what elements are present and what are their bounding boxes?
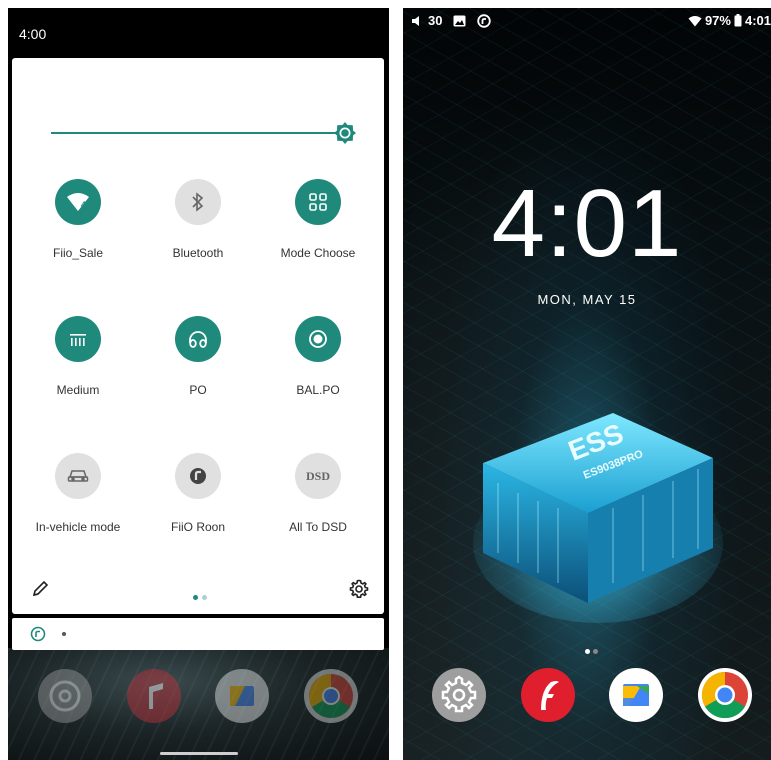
files-app-icon[interactable] xyxy=(609,668,663,722)
brightness-icon[interactable] xyxy=(334,122,356,144)
edit-icon[interactable] xyxy=(31,580,49,598)
battery-percent: 97% xyxy=(704,13,731,28)
tile-label: FiiO Roon xyxy=(170,520,226,534)
lockscreen-date: MON, MAY 15 xyxy=(537,292,637,307)
status-time: 4:01 xyxy=(744,13,771,28)
notification-dot xyxy=(62,632,66,636)
page-dot xyxy=(202,595,207,600)
wifi-icon: 4 xyxy=(55,179,101,225)
notification-bar[interactable] xyxy=(12,618,384,650)
files-app-icon[interactable] xyxy=(215,669,269,723)
page-indicator xyxy=(585,641,601,659)
volume-icon xyxy=(412,15,419,26)
wifi-status-icon xyxy=(688,15,702,26)
tile-po[interactable]: PO xyxy=(143,316,253,397)
ess-chip-illustration: ESS ES9038PRO xyxy=(473,413,723,623)
tile-in-vehicle[interactable]: In-vehicle mode xyxy=(23,453,133,534)
tile-label: Mode Choose xyxy=(280,246,356,260)
balanced-icon xyxy=(295,316,341,362)
grid-icon xyxy=(295,179,341,225)
gain-icon xyxy=(55,316,101,362)
tile-label: Medium xyxy=(56,383,100,397)
chrome-app-icon[interactable] xyxy=(304,669,358,723)
page-dot xyxy=(593,649,598,654)
right-phone-lockscreen: 30 97% 4:01 4:01 MON, MAY 15 ESS ES9038P… xyxy=(403,8,771,760)
tile-bal-po[interactable]: BAL.PO xyxy=(263,316,373,397)
tile-bluetooth[interactable]: Bluetooth xyxy=(143,179,253,260)
tile-label: PO xyxy=(189,383,207,397)
bluetooth-icon xyxy=(175,179,221,225)
status-bar-time: 4:00 xyxy=(19,26,47,42)
tile-mode-choose[interactable]: Mode Choose xyxy=(263,179,373,260)
music-app-icon[interactable] xyxy=(521,668,575,722)
tile-gain[interactable]: Medium xyxy=(23,316,133,397)
tile-wifi[interactable]: 4 Fiio_Sale xyxy=(23,179,133,260)
volume-level: 30 xyxy=(428,13,443,28)
tile-label: All To DSD xyxy=(289,520,347,534)
brightness-slider[interactable] xyxy=(51,132,344,134)
dsd-icon: DSD xyxy=(295,453,341,499)
tile-label: In-vehicle mode xyxy=(35,520,121,534)
page-dot-active xyxy=(193,595,198,600)
lockscreen-clock: 4:01 xyxy=(491,170,683,277)
status-bar: 30 97% 4:01 xyxy=(403,8,771,36)
tile-label: BAL.PO xyxy=(296,383,340,397)
svg-text:4: 4 xyxy=(81,200,86,210)
roon-icon xyxy=(175,453,221,499)
settings-gear-icon[interactable] xyxy=(349,579,369,599)
settings-app-icon[interactable] xyxy=(432,668,486,722)
headphones-icon xyxy=(175,316,221,362)
chrome-app-icon[interactable] xyxy=(698,668,752,722)
page-dot-active xyxy=(585,649,590,654)
tile-label: Bluetooth xyxy=(172,246,224,260)
car-icon xyxy=(55,453,101,499)
settings-app-icon[interactable] xyxy=(38,669,92,723)
image-icon xyxy=(453,15,466,26)
notification-app-icon xyxy=(30,626,46,642)
page-indicator xyxy=(193,587,211,605)
left-phone-screen: 4:00 4 Fiio_Sale Bluetooth Mode Choose M… xyxy=(8,8,389,760)
tile-label: Fiio_Sale xyxy=(52,246,104,260)
quick-settings-panel: 4 Fiio_Sale Bluetooth Mode Choose Medium… xyxy=(12,58,384,614)
tile-fiio-roon[interactable]: FiiO Roon xyxy=(143,453,253,534)
tile-all-to-dsd[interactable]: DSD All To DSD xyxy=(263,453,373,534)
battery-icon xyxy=(734,14,742,27)
roon-status-icon xyxy=(477,13,492,28)
music-app-icon[interactable] xyxy=(127,669,181,723)
navigation-handle[interactable] xyxy=(160,752,238,755)
